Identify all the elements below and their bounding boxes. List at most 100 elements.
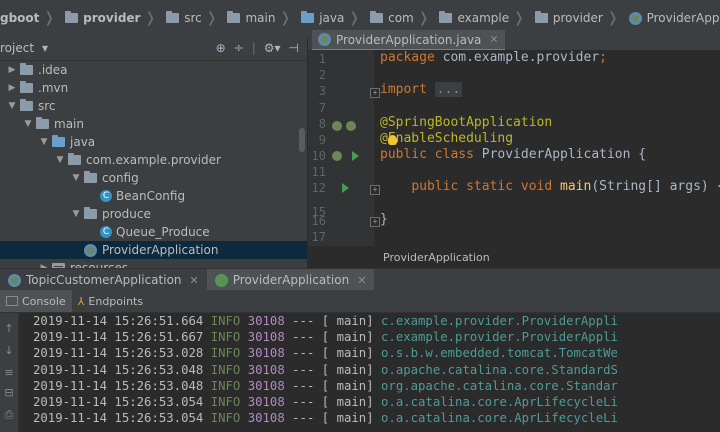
editor-breadcrumb-footer: ProviderApplication [308,246,720,268]
code-line[interactable]: @EnableScheduling [380,131,513,146]
log-logger: c.example.provider.ProviderAppli [381,330,618,345]
log-separator: --- [292,346,315,361]
footer-class-label[interactable]: ProviderApplication [383,251,490,264]
run-tab-providerapplication[interactable]: ProviderApplication ✕ [206,269,375,291]
log-line[interactable]: 2019-11-14 15:26:53.054 INFO 30108 --- [… [19,410,720,426]
tree-item-config[interactable]: ▼ config [0,169,307,187]
editor-tab-providerapplication[interactable]: ProviderApplication.java ✕ [312,30,505,51]
tree-item-providerapplication[interactable]: ProviderApplication [0,241,307,259]
line-number: 2 [318,68,326,82]
log-pid: 30108 [247,411,285,426]
tree-item-main[interactable]: ▼ main [0,115,307,133]
log-level: INFO [210,314,241,328]
tree-item--mvn[interactable]: ▶ .mvn [0,79,307,97]
project-title[interactable]: roject [0,41,34,55]
expand-arrow-icon[interactable]: ▼ [38,137,50,147]
project-header: roject ▾ ⊕ ÷ | ⚙▾ ⊣ [0,36,307,61]
expand-arrow-icon[interactable]: ▼ [70,209,82,219]
tree-item-label: BeanConfig [116,189,186,203]
tree-item-src[interactable]: ▼ src [0,97,307,115]
run-tab-topiccustomerapplication[interactable]: TopicCustomerApplication ✕ [0,269,207,291]
up-arrow-icon[interactable]: ↑ [3,323,15,335]
log-thread: [ main] [321,362,374,377]
run-class-2-icon[interactable] [352,151,359,161]
folder-icon [36,117,49,129]
breadcrumb-item[interactable]: provider ❭ [65,0,166,36]
log-logger: c.example.provider.ProviderAppli [381,314,618,328]
log-line[interactable]: 2019-11-14 15:26:51.664 INFO 30108 --- [… [19,313,720,329]
scroll-to-end-icon[interactable]: ⊟ [3,387,15,399]
gear-icon[interactable]: ⚙▾ [264,41,281,55]
editor-tab-bar: ProviderApplication.java ✕ [308,30,720,51]
log-line[interactable]: 2019-11-14 15:26:51.667 INFO 30108 --- [… [19,329,720,345]
log-line[interactable]: 2019-11-14 15:26:53.048 INFO 30108 --- [… [19,362,720,378]
log-thread: [ main] [321,314,374,328]
log-line[interactable]: 2019-11-14 15:26:53.054 INFO 30108 --- [… [19,394,720,410]
close-icon[interactable]: ✕ [489,33,498,46]
tree-item-queue-produce[interactable]: C Queue_Produce [0,223,307,241]
run-tab-bar: TopicCustomerApplication ✕ ProviderApplica… [0,268,720,292]
lightbulb-icon[interactable] [388,135,397,145]
chevron-right-icon: ❭ [279,10,292,26]
run-main-icon[interactable] [342,183,349,193]
log-pid: 30108 [247,314,285,328]
collapse-arrow-icon[interactable]: ▶ [6,83,18,93]
code-line[interactable]: public class ProviderApplication { [380,147,646,162]
code-line[interactable]: package com.example.provider; [380,50,607,65]
hide-panel-icon[interactable]: ⊣ [289,41,299,55]
tree-item-java[interactable]: ▼ java [0,133,307,151]
folder-icon [227,11,241,23]
code-editor[interactable]: 1 2 3 7 8 9 10 11 12 15 16 17 package com.example.p… [308,50,720,268]
log-pid: 30108 [247,378,285,393]
project-scrollbar[interactable] [299,128,305,152]
close-icon[interactable]: ✕ [357,274,366,287]
log-separator: --- [292,394,315,409]
collapse-icon[interactable]: ÷ [234,41,244,55]
code-line[interactable]: } [380,212,388,227]
expand-arrow-icon[interactable]: ▼ [70,173,82,183]
log-thread: [ main] [321,346,374,361]
print-icon[interactable]: ⎙ [3,409,15,421]
log-line[interactable]: 2019-11-14 15:26:53.028 INFO 30108 --- [… [19,345,720,361]
collapse-arrow-icon[interactable]: ▶ [6,65,18,75]
tree-item-produce[interactable]: ▼ produce [0,205,307,223]
code-line[interactable]: @SpringBootApplication [380,115,552,130]
spring-bean-icon[interactable] [332,151,342,161]
breadcrumb-item[interactable]: src ❭ [166,0,227,36]
spring-bean-icon[interactable] [346,121,356,131]
spring-bean-icon[interactable] [332,121,342,131]
close-icon[interactable]: ✕ [190,274,199,287]
tree-item-resources[interactable]: ▶ resources [0,259,307,268]
tab-endpoints[interactable]: ⅄ Endpoints [72,290,149,312]
expand-arrow-icon[interactable]: ▼ [6,101,18,111]
tree-item--idea[interactable]: ▶ .idea [0,61,307,79]
expand-arrow-icon[interactable]: ▼ [22,119,34,129]
fold-import-icon[interactable]: + [370,88,380,98]
fold-end-icon[interactable]: + [370,217,380,227]
code-line[interactable]: import ... [380,82,463,97]
tree-item-label: config [102,171,139,185]
tree-item-com-example-provider[interactable]: ▼ com.example.provider [0,151,307,169]
code-line[interactable]: public static void main(String[] args) { [380,179,720,194]
dropdown-arrow-icon[interactable]: ▾ [42,41,48,55]
folder-icon [370,11,384,23]
line-number: 10 [311,149,326,163]
folder-icon [20,99,33,111]
soft-wrap-icon[interactable]: ≡ [3,367,15,379]
log-line[interactable]: 2019-11-14 15:26:53.048 INFO 30108 --- [… [19,378,720,394]
folder-icon [20,63,33,75]
log-separator: --- [292,362,315,377]
breadcrumb-item[interactable]: gboot ❭ [0,0,65,36]
breadcrumb-item[interactable]: main ❭ [227,0,301,36]
scope-target-icon[interactable]: ⊕ [216,41,226,55]
expand-arrow-icon[interactable]: ▼ [54,155,66,165]
log-pid: 30108 [247,346,285,361]
fold-main-icon[interactable]: + [370,185,380,195]
down-arrow-icon[interactable]: ↓ [3,345,15,357]
breadcrumb-label: src [184,11,202,25]
console-output[interactable]: 2019-11-14 15:26:51.664 INFO 30108 --- [… [19,313,720,432]
tree-item-beanconfig[interactable]: C BeanConfig [0,187,307,205]
tab-console[interactable]: Console [0,290,72,312]
log-separator: --- [292,314,315,328]
chevron-right-icon: ❭ [606,10,619,26]
